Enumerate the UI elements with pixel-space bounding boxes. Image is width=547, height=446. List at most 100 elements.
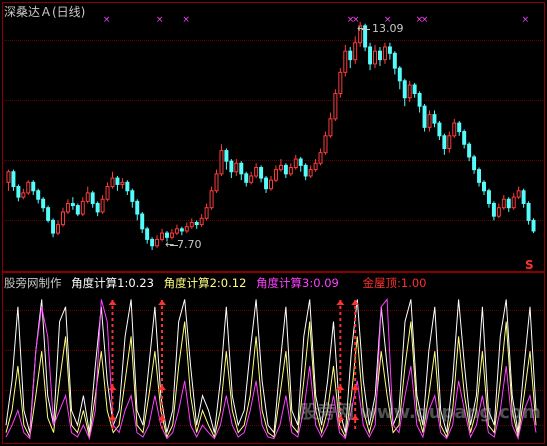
candle-body — [353, 42, 358, 61]
candle-body — [199, 217, 204, 226]
candle-body — [174, 228, 179, 234]
candle-body — [105, 186, 110, 200]
candle-body — [531, 219, 536, 232]
angle1-value: 角度计算1:0.23 — [71, 276, 154, 290]
candle-body — [75, 205, 80, 215]
signal-arrow-icon — [336, 300, 345, 305]
indicator-legend: 股旁网制作 角度计算1:0.23 角度计算2:0.12 角度计算3:0.09 金… — [4, 275, 433, 291]
candle-body — [85, 192, 90, 202]
candle-body — [264, 177, 269, 190]
candle-body — [150, 238, 155, 247]
candle-body — [288, 167, 293, 175]
candle-body — [273, 169, 278, 181]
candle-body — [491, 202, 496, 217]
candle-body — [100, 198, 105, 213]
candle-body — [348, 50, 353, 61]
candle-body — [467, 143, 472, 158]
candle-body — [16, 186, 21, 198]
candle-body — [254, 167, 259, 177]
top-marker-icon: × — [182, 15, 190, 25]
candle-body — [135, 200, 140, 215]
signal-arrow-icon — [158, 300, 167, 305]
candle-body — [189, 222, 194, 228]
candle-body — [95, 202, 100, 213]
candle-body — [70, 202, 75, 207]
candle-body — [328, 118, 333, 137]
candle-body — [155, 238, 160, 247]
candle-body — [214, 173, 219, 192]
candle-body — [477, 169, 482, 183]
candle-body — [90, 192, 95, 204]
candle-body — [313, 162, 318, 171]
candle-body — [130, 190, 135, 202]
candle-body — [278, 164, 283, 171]
candle-body — [472, 156, 477, 171]
candle-body — [115, 177, 120, 185]
top-marker-icon: × — [103, 15, 111, 25]
sell-signal-icon: S — [525, 258, 534, 272]
signal-arrow-icon — [108, 385, 117, 390]
chart-title: 深桑达Ａ(日线) — [4, 5, 86, 19]
candle-body — [397, 67, 402, 82]
candle-body — [194, 222, 199, 226]
candle-body — [402, 80, 407, 99]
indicator-name: 股旁网制作 — [4, 276, 62, 290]
candle-body — [407, 84, 412, 99]
candle-body — [392, 52, 397, 69]
candle-body — [60, 211, 65, 226]
candle-body — [298, 158, 303, 166]
angle2-value: 角度计算2:0.12 — [163, 276, 247, 290]
stock-chart-window[interactable]: { "chart": { "title": "深桑达Ａ(日线)", "high_… — [0, 0, 547, 446]
top-marker-icon: × — [522, 15, 530, 25]
candle-body — [333, 92, 338, 120]
high-price-label: 13.09 — [372, 22, 404, 35]
candle-body — [368, 46, 373, 65]
candle-body — [80, 200, 85, 215]
candle-body — [65, 202, 70, 213]
candle-body — [382, 46, 387, 61]
candle-body — [11, 171, 16, 188]
candlestick-chart[interactable]: × × × ×× × ×× × — [0, 0, 547, 446]
candle-body — [269, 179, 273, 190]
candle-body — [204, 207, 209, 219]
candle-body — [244, 173, 249, 183]
candle-body — [46, 207, 51, 221]
candle-body — [422, 105, 427, 128]
candle-body — [501, 198, 506, 209]
candle-body — [169, 232, 174, 238]
candle-body — [447, 135, 452, 149]
candle-body — [36, 190, 41, 200]
candle-body — [482, 181, 486, 192]
candle-body — [21, 192, 26, 198]
candle-body — [338, 71, 343, 94]
candle-body — [343, 50, 348, 73]
candle-body — [526, 202, 531, 221]
candle-body — [496, 207, 501, 217]
candle-body — [249, 175, 254, 183]
top-marker-icon: × — [156, 15, 164, 25]
candle-body — [486, 190, 491, 204]
candle-body — [442, 135, 447, 149]
candle-body — [308, 169, 313, 177]
candle-body — [452, 122, 457, 137]
candle-body — [125, 181, 130, 192]
gold-top-value: 金屋顶:1.00 — [362, 276, 427, 290]
candle-body — [432, 114, 437, 124]
candle-body — [303, 164, 308, 177]
watermark: 股旁网 www.gupang.com — [300, 402, 541, 423]
signal-arrow-icon — [158, 385, 167, 390]
candle-body — [373, 50, 378, 65]
angle3-value: 角度计算3:0.09 — [256, 276, 339, 290]
candle-body — [219, 150, 224, 175]
candle-body — [239, 162, 244, 175]
candle-body — [417, 92, 422, 107]
candle-body — [120, 181, 125, 185]
candle-body — [6, 171, 11, 183]
candle-body — [41, 198, 46, 209]
candle-body — [323, 135, 328, 154]
candle-body — [160, 232, 165, 240]
candle-body — [224, 150, 229, 162]
candle-body — [229, 160, 234, 173]
candle-body — [140, 213, 145, 230]
candle-body — [412, 84, 417, 94]
